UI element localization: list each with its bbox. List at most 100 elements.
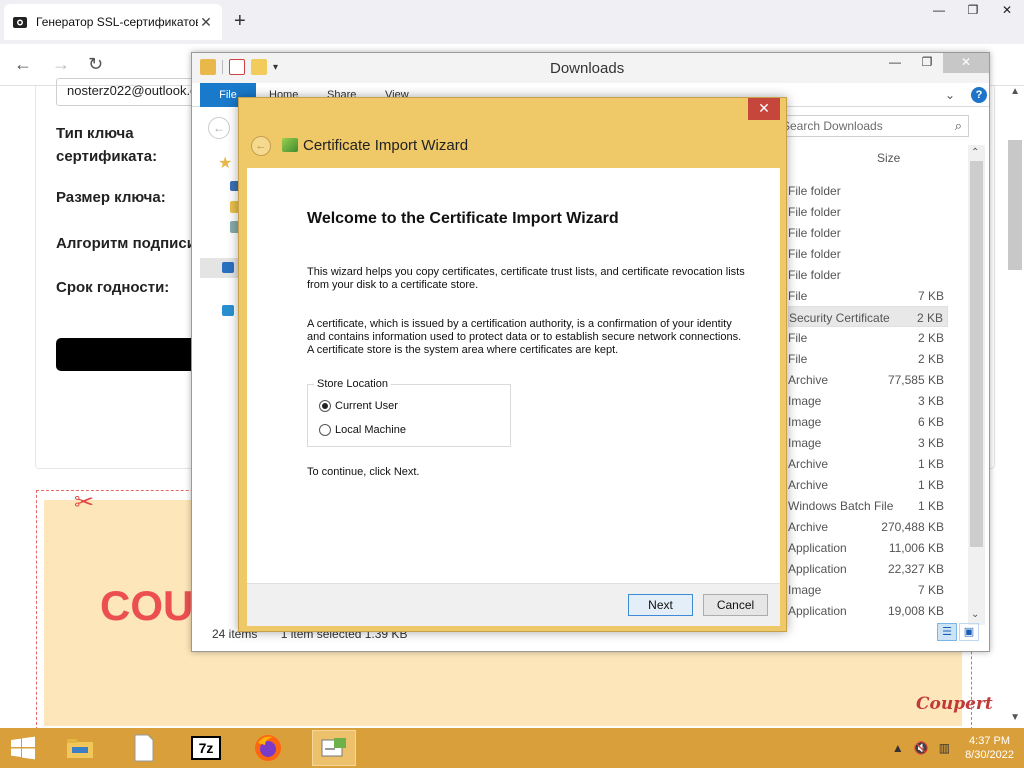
folder-icon[interactable]	[200, 59, 216, 75]
email-field[interactable]: nosterz022@outlook.com	[56, 78, 206, 106]
certificate-import-wizard: ✕ ← Certificate Import Wizard Welcome to…	[238, 97, 787, 632]
file-explorer-taskbar-icon[interactable]	[58, 730, 102, 766]
ribbon-expand-icon[interactable]: ⌄	[945, 88, 955, 102]
wizard-close-button[interactable]: ✕	[748, 98, 780, 120]
explorer-close-button[interactable]: ✕	[943, 53, 989, 73]
large-icons-view-icon[interactable]: ▣	[959, 623, 979, 641]
network-icon[interactable]	[222, 305, 234, 316]
file-row[interactable]: Windows Batch File 1 KB	[788, 495, 948, 516]
7zip-taskbar-icon[interactable]: 7z	[184, 730, 228, 766]
key-size-label: Размер ключа:	[56, 189, 166, 206]
details-view-icon[interactable]: ☰	[937, 623, 957, 641]
search-icon: ⌕	[954, 118, 962, 133]
store-location-label: Store Location	[314, 378, 391, 390]
scroll-down-icon[interactable]: ⌄	[971, 609, 979, 620]
maximize-button[interactable]: ❐	[956, 0, 990, 22]
file-row[interactable]: File folder	[788, 201, 948, 222]
qat-dropdown-icon[interactable]: ▾	[273, 62, 278, 73]
scroll-up-icon[interactable]: ⌃	[971, 147, 979, 158]
file-row[interactable]: Application 19,008 KB	[788, 600, 948, 621]
file-row[interactable]: File folder	[788, 264, 948, 285]
wizard-back-icon[interactable]: ←	[251, 136, 271, 156]
volume-muted-icon[interactable]: 🔇	[914, 741, 929, 755]
cancel-button[interactable]: Cancel	[703, 594, 768, 616]
current-user-radio[interactable]: Current User	[319, 400, 398, 412]
view-buttons: ☰ ▣	[937, 623, 979, 641]
file-size: 19,008 KB	[887, 604, 944, 618]
file-row[interactable]: Image 6 KB	[788, 411, 948, 432]
column-header-size[interactable]: Size	[877, 151, 900, 165]
browser-tab-bar: Генератор SSL-сертификатов | ✕ + — ❐ ✕	[0, 0, 1024, 44]
file-row[interactable]: Archive 270,488 KB	[788, 516, 948, 537]
file-row[interactable]: Image 3 KB	[788, 432, 948, 453]
reload-icon[interactable]: ↻	[88, 54, 103, 75]
firefox-taskbar-icon[interactable]	[246, 730, 290, 766]
favorites-star-icon[interactable]: ★	[218, 156, 234, 172]
wizard-header: ← Certificate Import Wizard	[239, 124, 786, 168]
generate-button[interactable]	[56, 338, 206, 371]
file-size: 2 KB	[916, 311, 943, 325]
file-type: Archive	[788, 373, 829, 387]
page-scrollbar-thumb[interactable]	[1008, 140, 1022, 270]
explorer-maximize-button[interactable]: ❐	[911, 53, 943, 73]
minimize-button[interactable]: —	[922, 0, 956, 22]
explorer-scrollbar[interactable]: ⌃ ⌄	[968, 145, 985, 625]
file-type: File	[788, 289, 808, 303]
file-row[interactable]: Archive 1 KB	[788, 453, 948, 474]
explorer-title-bar: ▾ Downloads — ❐ ✕	[192, 53, 989, 83]
file-row[interactable]: File 2 KB	[788, 348, 948, 369]
file-row[interactable]: Archive 77,585 KB	[788, 369, 948, 390]
file-size: 1 KB	[917, 499, 944, 513]
explorer-minimize-button[interactable]: —	[879, 53, 911, 73]
back-icon[interactable]: ←	[14, 54, 32, 75]
browser-tab[interactable]: Генератор SSL-сертификатов | ✕	[4, 4, 222, 40]
file-row[interactable]: Archive 1 KB	[788, 474, 948, 495]
windows-start-icon[interactable]	[8, 736, 38, 760]
new-tab-button[interactable]: +	[234, 10, 246, 33]
file-row[interactable]: Image 7 KB	[788, 579, 948, 600]
file-row[interactable]: Application 11,006 KB	[788, 537, 948, 558]
local-machine-radio[interactable]: Local Machine	[319, 424, 406, 436]
navigation-pane: ★	[192, 145, 240, 625]
page-scroll-down-icon[interactable]: ▼	[1010, 712, 1020, 723]
document-taskbar-icon[interactable]	[122, 730, 166, 766]
page-scroll-up-icon[interactable]: ▲	[1010, 86, 1020, 97]
show-hidden-icons-icon[interactable]: ▲	[892, 741, 904, 755]
new-folder-icon[interactable]	[251, 59, 267, 75]
certificate-wizard-taskbar-icon[interactable]	[312, 730, 356, 766]
explorer-back-icon[interactable]: ←	[208, 117, 230, 139]
close-button[interactable]: ✕	[990, 0, 1024, 22]
wizard-intro-text: This wizard helps you copy certificates,…	[307, 266, 745, 291]
file-type: File folder	[788, 184, 841, 198]
clock[interactable]: 4:37 PM 8/30/2022	[965, 734, 1014, 762]
file-row[interactable]: Image 3 KB	[788, 390, 948, 411]
file-type: Image	[788, 436, 822, 450]
properties-icon[interactable]	[229, 59, 245, 75]
network-tray-icon[interactable]: ▥	[939, 741, 950, 755]
site-favicon-icon	[13, 17, 27, 28]
file-row[interactable]: Application 22,327 KB	[788, 558, 948, 579]
file-row[interactable]: File 7 KB	[788, 285, 948, 306]
current-user-radio-dot[interactable]	[319, 400, 331, 412]
file-type: File	[788, 352, 808, 366]
local-machine-radio-dot[interactable]	[319, 424, 331, 436]
forward-icon[interactable]: →	[52, 54, 70, 75]
file-type: Archive	[788, 520, 829, 534]
file-row[interactable]: File folder	[788, 180, 948, 201]
continue-instruction: To continue, click Next.	[307, 466, 420, 478]
this-pc-item[interactable]	[200, 258, 240, 278]
file-size: 11,006 KB	[888, 541, 944, 555]
file-type: Image	[788, 415, 822, 429]
next-button[interactable]: Next	[628, 594, 693, 616]
file-row[interactable]: File 2 KB	[788, 327, 948, 348]
file-row[interactable]: Security Certificate 2 KB	[788, 306, 948, 327]
wizard-description-text: A certificate, which is issued by a cert…	[307, 318, 742, 356]
file-size: 6 KB	[917, 415, 944, 429]
explorer-scroll-thumb[interactable]	[970, 161, 983, 547]
help-icon[interactable]: ?	[971, 87, 987, 103]
file-row[interactable]: File folder	[788, 222, 948, 243]
coupon-text: COU	[100, 582, 194, 629]
tab-close-icon[interactable]: ✕	[198, 14, 214, 31]
search-input[interactable]: Search Downloads ⌕	[773, 115, 969, 137]
file-row[interactable]: File folder	[788, 243, 948, 264]
